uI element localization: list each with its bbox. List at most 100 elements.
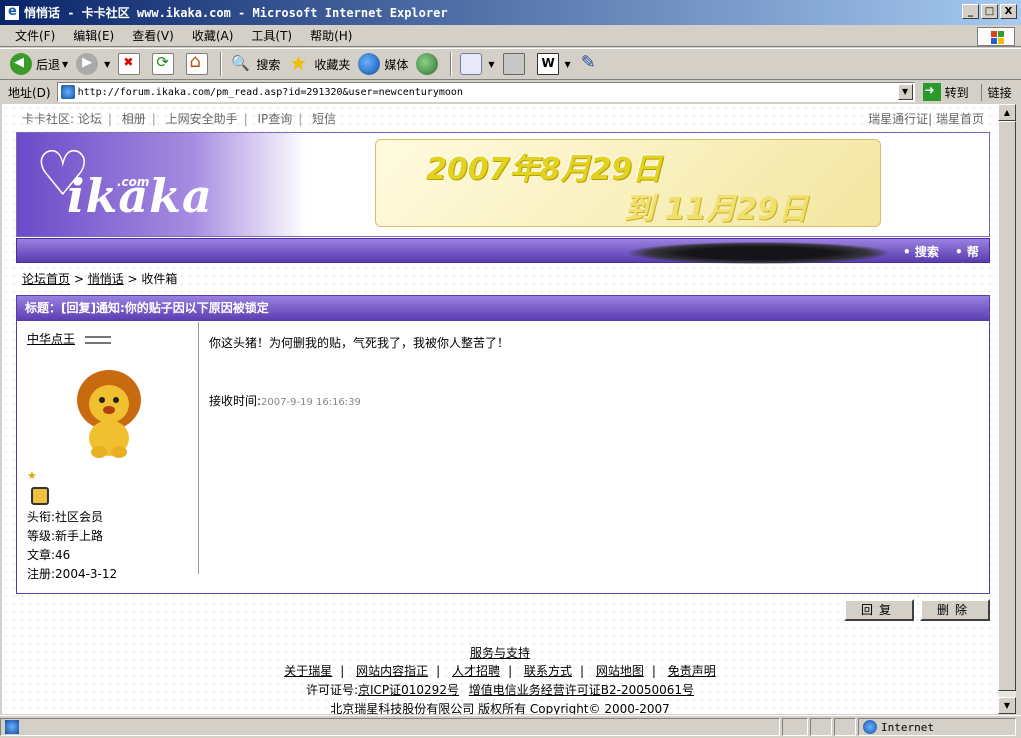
breadcrumb-pm[interactable]: 悄悄话 bbox=[88, 272, 124, 286]
breadcrumb-forum-home[interactable]: 论坛首页 bbox=[22, 272, 70, 286]
scroll-up-icon[interactable]: ▲ bbox=[998, 104, 1016, 121]
favorites-button[interactable]: 收藏夹 bbox=[284, 51, 354, 77]
vertical-scrollbar[interactable]: ▲ ▼ bbox=[998, 104, 1016, 714]
refresh-button[interactable] bbox=[148, 51, 182, 77]
stop-button[interactable] bbox=[114, 51, 148, 77]
history-button[interactable] bbox=[412, 51, 446, 77]
security-zone[interactable]: Internet bbox=[858, 718, 1016, 736]
footer-disclaimer[interactable]: 免责声明 bbox=[668, 664, 716, 678]
scroll-thumb[interactable] bbox=[998, 121, 1016, 691]
address-input[interactable]: http://forum.ikaka.com/pm_read.asp?id=29… bbox=[56, 82, 915, 102]
footer-heading: 服务与支持 bbox=[2, 644, 998, 661]
edit-word-button[interactable]: ▼ bbox=[533, 51, 575, 77]
message-body: 你这头猪！为何删我的贴，气死我了，我被你人整苦了！ bbox=[209, 336, 510, 350]
nav-search-link[interactable]: • 搜索 bbox=[903, 243, 939, 260]
footer-links: 关于瑞星 | 网站内容指正 | 人才招聘 | 联系方式 | 网站地图 | 免责声明 bbox=[284, 664, 716, 678]
search-button[interactable]: 搜索 bbox=[226, 51, 284, 77]
nav-help-link[interactable]: • 帮助 bbox=[955, 243, 989, 277]
topnav-ip-query[interactable]: IP查询 bbox=[258, 112, 293, 126]
window-titlebar[interactable]: 悄悄话 - 卡卡社区 www.ikaka.com - Microsoft Int… bbox=[0, 0, 1021, 25]
mail-dropdown-icon[interactable]: ▼ bbox=[488, 60, 494, 69]
promo-banner[interactable]: 2007年8月29日 到 11月29日 bbox=[375, 139, 881, 227]
address-dropdown-icon[interactable]: ▼ bbox=[897, 84, 913, 100]
forward-dropdown-icon[interactable]: ▼ bbox=[104, 60, 110, 69]
promo-date-start: 2007年8月29日 bbox=[426, 152, 663, 187]
top-nav: 卡卡社区: 论坛 | 相册 | 上网安全助手 | IP查询 | 短信 bbox=[22, 112, 337, 126]
minimize-button[interactable]: _ bbox=[962, 4, 979, 19]
back-button[interactable]: 后退 ▼ bbox=[6, 51, 72, 77]
topnav-community-forum[interactable]: 卡卡社区: 论坛 bbox=[22, 112, 102, 126]
page-icon bbox=[60, 85, 75, 99]
go-button[interactable]: 转到 bbox=[922, 83, 969, 101]
footer-content-correction[interactable]: 网站内容指正 bbox=[356, 664, 428, 678]
mail-button[interactable]: ▼ bbox=[456, 51, 498, 77]
topnav-sms[interactable]: 短信 bbox=[312, 112, 336, 126]
word-icon bbox=[536, 53, 559, 75]
site-banner: ♡ .com ikaka 2007年8月29日 到 11月29日 bbox=[16, 132, 990, 237]
menu-view[interactable]: 查看(V) bbox=[123, 27, 183, 44]
page-viewport: 卡卡社区: 论坛 | 相册 | 上网安全助手 | IP查询 | 短信 瑞星通行证| 瑞星… bbox=[2, 104, 998, 714]
internet-globe-icon bbox=[863, 720, 877, 734]
sender-registered: 注册:2004-3-12 bbox=[27, 567, 118, 581]
topnav-rising-passport[interactable]: 瑞星通行证 bbox=[868, 112, 928, 126]
favorites-label: 收藏夹 bbox=[314, 57, 351, 72]
address-label: 地址(D) bbox=[8, 85, 51, 100]
sender-level: 等级:新手上路 bbox=[27, 529, 104, 543]
window-controls: _ □ X bbox=[962, 4, 1017, 19]
print-button[interactable] bbox=[499, 51, 533, 77]
menu-edit[interactable]: 编辑(E) bbox=[64, 27, 123, 44]
menu-file[interactable]: 文件(F) bbox=[6, 27, 64, 44]
search-label: 搜索 bbox=[256, 57, 281, 72]
status-bar: Internet bbox=[0, 715, 1021, 738]
footer-contact[interactable]: 联系方式 bbox=[524, 664, 572, 678]
reply-button[interactable]: 回复 bbox=[844, 599, 914, 621]
maximize-button[interactable]: □ bbox=[981, 4, 998, 19]
status-cell bbox=[810, 718, 832, 736]
rank-star-icon: ★ bbox=[27, 469, 37, 482]
footer-service-support[interactable]: 服务与支持 bbox=[470, 646, 530, 660]
sender-name-link[interactable]: 中华点王 bbox=[27, 330, 75, 347]
scroll-down-icon[interactable]: ▼ bbox=[998, 697, 1016, 714]
menu-favorites[interactable]: 收藏(A) bbox=[183, 27, 243, 44]
mail-icon bbox=[460, 53, 483, 75]
online-status-icon bbox=[84, 335, 111, 344]
promo-date-end: 到 11月29日 bbox=[624, 192, 808, 227]
forward-arrow-icon bbox=[76, 53, 99, 75]
status-cell bbox=[782, 718, 808, 736]
back-dropdown-icon[interactable]: ▼ bbox=[62, 60, 68, 69]
footer-copyright: 北京瑞星科技股份有限公司 版权所有 Copyright© 2000-2007 bbox=[330, 702, 670, 714]
menu-bar: 文件(F) 编辑(E) 查看(V) 收藏(A) 工具(T) 帮助(H) bbox=[0, 25, 1021, 47]
go-label: 转到 bbox=[944, 85, 969, 100]
sender-panel: 中华点王 ★ 头衔:社区会员 等级:新手上路 文章:46 注册:2004-3-1… bbox=[17, 322, 199, 581]
status-text bbox=[0, 718, 780, 736]
links-button[interactable]: 链接 bbox=[980, 83, 1012, 101]
media-button[interactable]: 媒体 bbox=[354, 51, 412, 77]
home-button[interactable] bbox=[182, 51, 216, 77]
footer-jobs[interactable]: 人才招聘 bbox=[452, 664, 500, 678]
breadcrumb: 论坛首页 > 悄悄话 > 收件箱 bbox=[22, 272, 178, 286]
topnav-rising-home[interactable]: 瑞星首页 bbox=[936, 112, 984, 126]
license-value-added-link[interactable]: 增值电信业务经营许可证B2-20050061号 bbox=[469, 683, 694, 697]
topnav-album[interactable]: 相册 bbox=[122, 112, 146, 126]
received-value: 2007-9-19 16:16:39 bbox=[261, 397, 361, 408]
close-button[interactable]: X bbox=[1000, 4, 1017, 19]
messenger-icon bbox=[579, 52, 601, 75]
received-label: 接收时间: bbox=[209, 394, 262, 408]
footer-about[interactable]: 关于瑞星 bbox=[284, 664, 332, 678]
ie-app-icon[interactable] bbox=[4, 4, 20, 21]
address-url[interactable]: http://forum.ikaka.com/pm_read.asp?id=29… bbox=[78, 87, 463, 98]
forward-button[interactable]: ▼ bbox=[72, 51, 114, 77]
menu-help[interactable]: 帮助(H) bbox=[301, 27, 361, 44]
ikaka-logo[interactable]: ♡ .com ikaka bbox=[17, 133, 307, 236]
edit-dropdown-icon[interactable]: ▼ bbox=[565, 60, 571, 69]
topnav-security-assistant[interactable]: 上网安全助手 bbox=[166, 112, 238, 126]
go-arrow-icon bbox=[922, 83, 941, 101]
license-icp-link[interactable]: 京ICP证010292号 bbox=[358, 683, 459, 697]
delete-button[interactable]: 删除 bbox=[920, 599, 990, 621]
messenger-button[interactable] bbox=[575, 51, 609, 77]
sender-info: 头衔:社区会员 等级:新手上路 文章:46 注册:2004-3-12 bbox=[27, 508, 117, 584]
menu-tools[interactable]: 工具(T) bbox=[242, 27, 301, 44]
footer-sitemap[interactable]: 网站地图 bbox=[596, 664, 644, 678]
forum-navbar: • 搜索 • 帮助 bbox=[16, 238, 990, 276]
message-title: 标题：[回复]通知:你的贴子因以下原因被锁定 bbox=[17, 296, 989, 321]
